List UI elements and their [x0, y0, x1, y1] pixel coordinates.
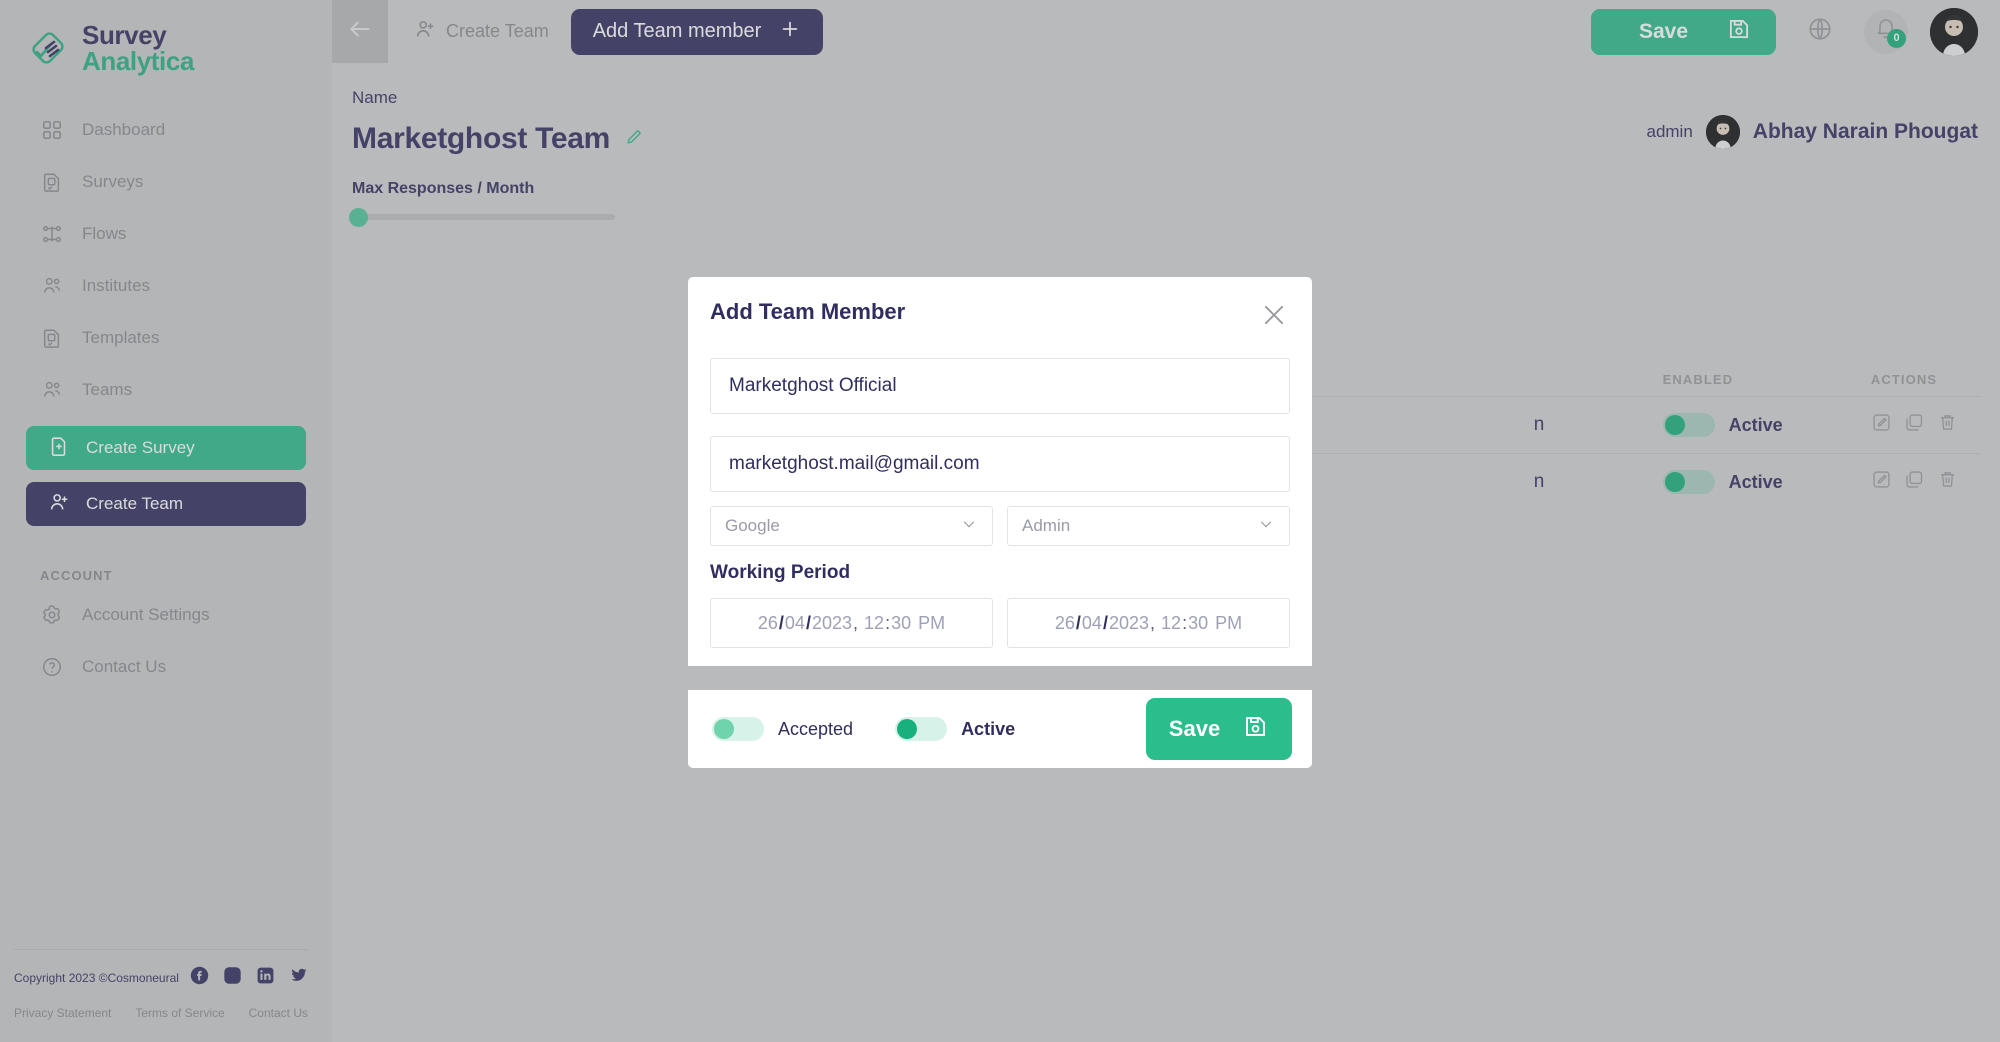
end-day: 26	[1054, 612, 1075, 633]
active-toggle[interactable]	[895, 717, 948, 741]
end-minute: 30	[1188, 612, 1209, 633]
member-email-input-value: marketghost.mail@gmail.com	[729, 453, 980, 474]
app-root: Survey Analytica Dashboard Surveys Flows…	[0, 0, 2000, 1042]
working-period-end-input[interactable]: 26 / 04 / 2023 , 12 : 30 PM	[1007, 598, 1290, 648]
active-toggle-label: Active	[961, 718, 1016, 739]
start-year: 2023	[811, 612, 853, 633]
end-meridiem: PM	[1215, 612, 1243, 633]
modal-divider-gap	[688, 666, 1312, 690]
chevron-down-icon	[1257, 515, 1275, 538]
active-toggle-group: Active	[895, 717, 1015, 741]
start-minute: 30	[891, 612, 912, 633]
start-meridiem: PM	[918, 612, 946, 633]
member-name-input-value: Marketghost Official	[729, 375, 897, 396]
member-email-input[interactable]: marketghost.mail@gmail.com	[710, 436, 1290, 492]
chevron-down-icon	[960, 515, 978, 538]
provider-select[interactable]: Google	[710, 506, 993, 546]
start-month: 04	[784, 612, 805, 633]
working-period-start-input[interactable]: 26 / 04 / 2023 , 12 : 30 PM	[710, 598, 993, 648]
end-year: 2023	[1108, 612, 1150, 633]
accepted-toggle-label: Accepted	[778, 718, 854, 739]
role-select[interactable]: Admin	[1007, 506, 1290, 546]
modal-title: Add Team Member	[710, 299, 906, 324]
floppy-disk-icon	[1242, 713, 1269, 746]
end-hour: 12	[1161, 612, 1182, 633]
modal-footer: Accepted Active Save	[688, 690, 1312, 768]
add-team-member-modal: Add Team Member Marketghost Official mar…	[688, 277, 1312, 768]
modal-save-label: Save	[1168, 716, 1221, 741]
end-month: 04	[1081, 612, 1102, 633]
accepted-toggle[interactable]	[712, 717, 764, 741]
start-day: 26	[757, 612, 778, 633]
working-period-label: Working Period	[710, 562, 851, 583]
modal-body: Add Team Member Marketghost Official mar…	[688, 277, 1312, 666]
close-icon[interactable]	[1258, 299, 1290, 336]
provider-select-value: Google	[725, 516, 780, 535]
modal-save-button[interactable]: Save	[1146, 698, 1292, 760]
accepted-toggle-group: Accepted	[712, 717, 853, 741]
member-name-input[interactable]: Marketghost Official	[710, 358, 1290, 414]
start-hour: 12	[864, 612, 885, 633]
role-select-value: Admin	[1022, 516, 1071, 535]
